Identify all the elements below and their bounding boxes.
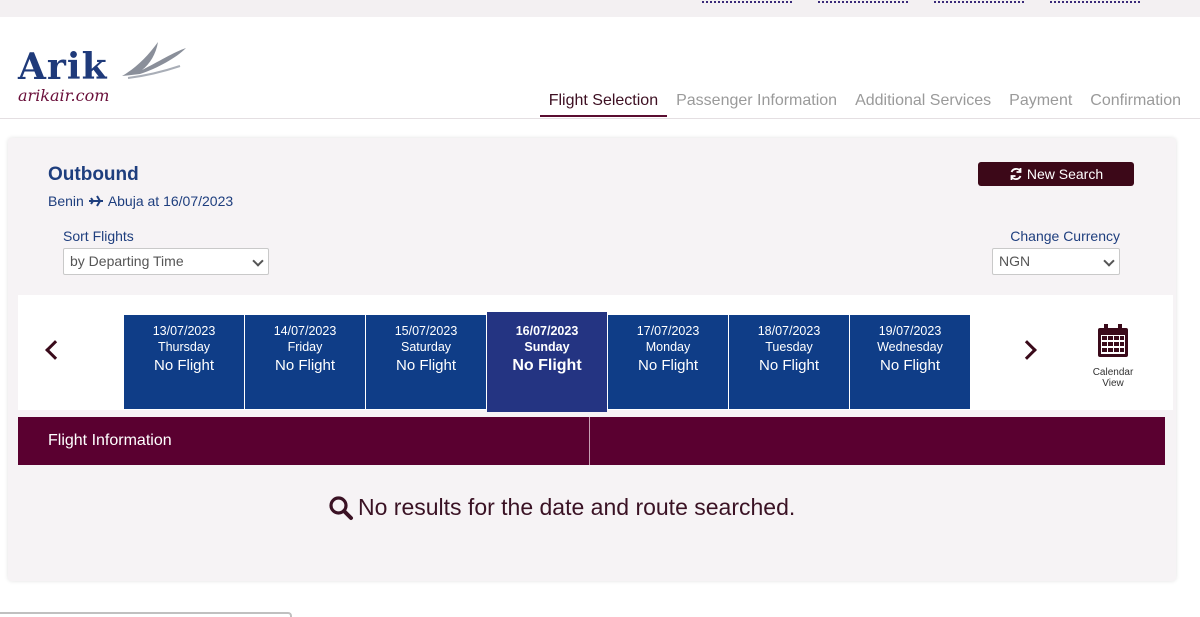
currency-selected-value: NGN xyxy=(999,253,1031,269)
flight-selection-card: Outbound Benin Abuja at 16/07/2023 New S… xyxy=(8,138,1176,581)
bottom-edge xyxy=(0,612,292,617)
date-tab-date: 17/07/2023 xyxy=(636,324,700,338)
route-summary: Benin Abuja at 16/07/2023 xyxy=(48,193,233,209)
calendar-icon xyxy=(1098,324,1128,357)
date-tab-date: 14/07/2023 xyxy=(273,324,337,338)
date-tab-day: Thursday xyxy=(157,340,211,354)
date-tab-status: No Flight xyxy=(395,357,457,374)
date-tab-status: No Flight xyxy=(274,357,336,374)
date-tab[interactable]: 18/07/2023 Tuesday No Flight xyxy=(729,315,849,409)
arik-logo[interactable]: Arik arikair.com xyxy=(18,38,198,108)
date-tab-selected[interactable]: 16/07/2023 Sunday No Flight xyxy=(487,312,607,412)
date-carousel: 13/07/2023 Thursday No Flight 14/07/2023… xyxy=(18,295,1173,412)
date-tab[interactable]: 14/07/2023 Friday No Flight xyxy=(245,315,365,409)
date-tab-date: 15/07/2023 xyxy=(394,324,458,338)
previous-dates-icon[interactable] xyxy=(45,340,65,360)
date-tab-status: No Flight xyxy=(879,357,941,374)
logo-wordmark: Arik xyxy=(18,46,108,88)
no-results-message: No results for the date and route search… xyxy=(328,494,795,521)
top-link-4[interactable] xyxy=(1050,0,1140,3)
calendar-view-button[interactable]: Calendar View xyxy=(1083,323,1143,389)
date-tab-day: Friday xyxy=(287,340,323,354)
flight-information-header: Flight Information xyxy=(18,417,1165,465)
flight-information-right-cell xyxy=(590,417,1165,465)
calendar-view-label-line2: View xyxy=(1102,378,1124,389)
route-destination: Abuja at 16/07/2023 xyxy=(107,193,234,209)
step-additional-services[interactable]: Additional Services xyxy=(846,92,1000,117)
refresh-icon xyxy=(1010,168,1022,180)
step-confirmation[interactable]: Confirmation xyxy=(1081,92,1190,117)
calendar-view-label-line1: Calendar xyxy=(1092,367,1134,378)
step-flight-selection[interactable]: Flight Selection xyxy=(539,92,668,117)
date-tab[interactable]: 13/07/2023 Thursday No Flight xyxy=(124,315,244,409)
plane-icon xyxy=(88,195,103,207)
date-tab-date: 16/07/2023 xyxy=(515,324,579,338)
date-tab-status: No Flight xyxy=(637,357,699,374)
top-link-1[interactable] xyxy=(702,0,792,3)
new-search-label: New Search xyxy=(1026,166,1104,182)
date-tab-day: Wednesday xyxy=(877,340,943,354)
flight-information-title: Flight Information xyxy=(18,417,590,465)
search-icon xyxy=(329,495,353,520)
steps-divider xyxy=(0,118,1200,119)
new-search-button[interactable]: New Search xyxy=(978,162,1134,186)
logo-domain: arikair.com xyxy=(18,86,110,105)
step-payment[interactable]: Payment xyxy=(1000,92,1081,117)
date-tab[interactable]: 15/07/2023 Saturday No Flight xyxy=(366,315,486,409)
date-tab-day: Saturday xyxy=(400,340,452,354)
date-tab-day: Monday xyxy=(645,340,691,354)
booking-steps: Flight Selection Passenger Information A… xyxy=(539,92,1190,117)
wing-icon xyxy=(122,42,186,79)
date-list: 13/07/2023 Thursday No Flight 14/07/2023… xyxy=(124,312,970,412)
top-links xyxy=(702,0,1140,10)
no-results-text: No results for the date and route search… xyxy=(358,494,796,520)
top-utility-bar xyxy=(0,0,1200,17)
date-tab-status: No Flight xyxy=(512,357,582,374)
date-tab-status: No Flight xyxy=(758,357,820,374)
date-tab-date: 13/07/2023 xyxy=(152,324,216,338)
date-tab[interactable]: 17/07/2023 Monday No Flight xyxy=(608,315,728,409)
next-dates-icon[interactable] xyxy=(1017,340,1037,360)
date-tab[interactable]: 19/07/2023 Wednesday No Flight xyxy=(850,315,970,409)
date-tab-day: Tuesday xyxy=(765,340,813,354)
step-passenger-information[interactable]: Passenger Information xyxy=(667,92,846,117)
chevron-down-icon xyxy=(1103,255,1115,267)
route-origin: Benin xyxy=(48,193,84,209)
outbound-title: Outbound xyxy=(48,164,139,185)
top-link-3[interactable] xyxy=(934,0,1024,3)
sort-selected-value: by Departing Time xyxy=(70,253,184,269)
top-link-2[interactable] xyxy=(818,0,908,3)
sort-flights-label: Sort Flights xyxy=(63,228,134,244)
sort-flights-select[interactable]: by Departing Time xyxy=(63,248,269,275)
date-tab-status: No Flight xyxy=(153,357,215,374)
currency-select[interactable]: NGN xyxy=(992,248,1120,275)
date-tab-date: 19/07/2023 xyxy=(878,324,942,338)
date-tab-date: 18/07/2023 xyxy=(757,324,821,338)
date-tab-day: Sunday xyxy=(524,340,570,354)
change-currency-label: Change Currency xyxy=(1010,228,1120,244)
chevron-down-icon xyxy=(252,255,264,267)
